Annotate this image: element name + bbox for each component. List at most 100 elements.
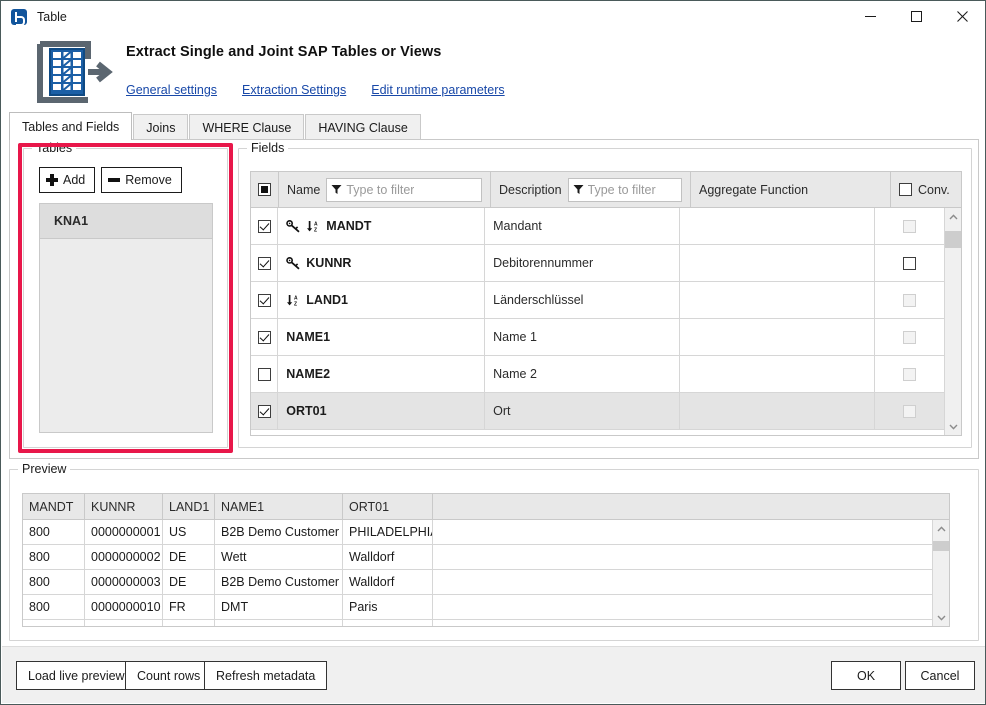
row-select-cell[interactable]	[251, 356, 279, 392]
cell-land1: US	[163, 520, 215, 544]
row-description-cell: Mandant	[485, 208, 681, 244]
description-filter-input[interactable]: Type to filter	[567, 177, 682, 202]
preview-vertical-scrollbar[interactable]	[932, 520, 949, 626]
remove-table-button[interactable]: Remove	[101, 167, 182, 193]
dialog-footer: Load live preview Count rows Refresh met…	[2, 646, 985, 703]
fields-grid-body: AZ MANDT Mandant KUNNR Debitorennummer A…	[251, 208, 961, 435]
tab-having-clause[interactable]: HAVING Clause	[305, 114, 421, 140]
scroll-thumb[interactable]	[933, 540, 949, 551]
fields-rows: AZ MANDT Mandant KUNNR Debitorennummer A…	[251, 208, 944, 435]
name-filter-input[interactable]: Type to filter	[326, 177, 482, 202]
row-aggregate-cell[interactable]	[680, 356, 876, 392]
row-checkbox[interactable]	[257, 293, 271, 307]
dialog-header: Extract Single and Joint SAP Tables or V…	[2, 32, 985, 110]
preview-col-header[interactable]: NAME1	[215, 494, 343, 519]
table-row[interactable]: AZ MANDT Mandant	[251, 208, 944, 245]
table-row[interactable]: 800 0000000002 DE Wett Walldorf	[23, 545, 932, 570]
select-all-header-cell[interactable]	[251, 172, 279, 207]
preview-col-header[interactable]: LAND1	[163, 494, 215, 519]
filter-icon	[573, 185, 584, 194]
minimize-button[interactable]	[847, 1, 893, 32]
cancel-button[interactable]: Cancel	[905, 661, 975, 690]
ok-button[interactable]: OK	[831, 661, 901, 690]
scroll-down-button[interactable]	[933, 609, 949, 626]
table-row[interactable]: KUNNR Debitorennummer	[251, 245, 944, 282]
conv-all-checkbox[interactable]	[899, 183, 912, 196]
row-aggregate-cell[interactable]	[680, 282, 876, 318]
row-checkbox[interactable]	[257, 256, 271, 270]
link-extraction-settings[interactable]: Extraction Settings	[242, 83, 346, 97]
tables-list[interactable]: KNA1	[39, 203, 213, 433]
scroll-thumb[interactable]	[945, 230, 961, 249]
table-row[interactable]: 800 0000000010 FR DMT Paris	[23, 595, 932, 620]
table-export-icon	[32, 39, 118, 105]
window-title: Table	[37, 9, 67, 24]
refresh-metadata-button[interactable]: Refresh metadata	[204, 661, 328, 690]
tab-where-clause[interactable]: WHERE Clause	[189, 114, 305, 140]
fields-vertical-scrollbar[interactable]	[944, 208, 961, 435]
cell-name1: Wett	[215, 545, 343, 569]
row-description-cell: Länderschlüssel	[485, 282, 681, 318]
row-select-cell[interactable]	[251, 282, 279, 318]
close-button[interactable]	[939, 1, 985, 32]
link-general-settings[interactable]: General settings	[126, 83, 217, 97]
cell-land1: DE	[163, 545, 215, 569]
preview-col-header[interactable]: ORT01	[343, 494, 433, 519]
preview-col-header[interactable]: KUNNR	[85, 494, 163, 519]
table-row[interactable]: 800 0000000001 US B2B Demo Customer 1 PH…	[23, 520, 932, 545]
description-header-cell: Description Type to filter	[491, 172, 691, 207]
row-aggregate-cell[interactable]	[680, 245, 876, 281]
tables-group-legend: Tables	[32, 141, 77, 155]
cell-kunnr: 0000000002	[85, 545, 163, 569]
row-aggregate-cell[interactable]	[680, 393, 876, 429]
chevron-down-icon	[936, 615, 946, 621]
tables-group: Tables Add Remove KNA1	[23, 141, 228, 448]
cell-kunnr	[85, 620, 163, 626]
row-aggregate-cell[interactable]	[680, 319, 876, 355]
field-name: MANDT	[326, 219, 372, 233]
row-conv-cell[interactable]	[875, 245, 944, 281]
row-checkbox[interactable]	[257, 367, 271, 381]
select-all-checkbox[interactable]	[258, 183, 271, 196]
cell-filler	[433, 545, 932, 569]
add-table-button[interactable]: Add	[39, 167, 96, 193]
preview-col-header[interactable]: MANDT	[23, 494, 85, 519]
count-rows-button[interactable]: Count rows	[125, 661, 213, 690]
tab-tables-and-fields[interactable]: Tables and Fields	[9, 112, 133, 140]
cell-land1: DE	[163, 570, 215, 594]
aggregate-header-cell[interactable]: Aggregate Function	[691, 172, 891, 207]
list-item[interactable]: KNA1	[40, 204, 212, 239]
scroll-up-button[interactable]	[933, 520, 949, 537]
tab-label: Tables and Fields	[22, 119, 120, 134]
preview-grid-header: MANDT KUNNR LAND1 NAME1 ORT01	[23, 494, 949, 520]
row-aggregate-cell[interactable]	[680, 208, 876, 244]
scroll-down-button[interactable]	[945, 418, 961, 435]
maximize-button[interactable]	[893, 1, 939, 32]
tab-label: Joins	[146, 120, 176, 135]
table-row[interactable]: ORT01 Ort	[251, 393, 944, 430]
table-row[interactable]: 800 0000000003 DE B2B Demo Customer 3 Wa…	[23, 570, 932, 595]
row-select-cell[interactable]	[251, 319, 279, 355]
scroll-track[interactable]	[945, 225, 961, 418]
scroll-up-button[interactable]	[945, 208, 961, 225]
row-checkbox[interactable]	[257, 404, 271, 418]
load-live-preview-button[interactable]: Load live preview	[16, 661, 137, 690]
conv-header-cell[interactable]: Conv.	[891, 172, 961, 207]
conv-checkbox[interactable]	[903, 256, 917, 270]
scroll-track[interactable]	[933, 537, 949, 609]
tab-joins[interactable]: Joins	[133, 114, 189, 140]
sort-az-icon: AZ	[307, 220, 318, 233]
table-row[interactable]: NAME1 Name 1	[251, 319, 944, 356]
link-edit-runtime-parameters[interactable]: Edit runtime parameters	[371, 83, 504, 97]
row-select-cell[interactable]	[251, 208, 279, 244]
row-select-cell[interactable]	[251, 393, 279, 429]
table-row[interactable]	[23, 620, 932, 626]
table-row[interactable]: NAME2 Name 2	[251, 356, 944, 393]
svg-text:Z: Z	[294, 301, 297, 306]
row-checkbox[interactable]	[257, 219, 271, 233]
row-conv-cell	[875, 356, 944, 392]
table-row[interactable]: AZ LAND1 Länderschlüssel	[251, 282, 944, 319]
row-select-cell[interactable]	[251, 245, 279, 281]
row-name-cell: NAME2	[278, 356, 486, 392]
row-checkbox[interactable]	[257, 330, 271, 344]
